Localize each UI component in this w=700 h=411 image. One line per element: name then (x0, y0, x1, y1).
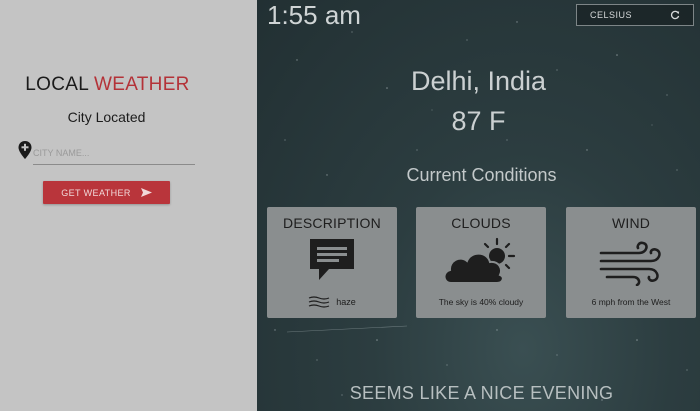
weather-panel: 1:55 am CELSIUS Delhi, India 87 F Curren… (257, 0, 700, 411)
location-pin-icon (18, 141, 32, 159)
description-card: DESCRIPTION haze (267, 207, 397, 318)
get-weather-label: GET WEATHER (61, 187, 131, 198)
get-weather-button[interactable]: GET WEATHER (43, 181, 170, 204)
brand-accent: WEATHER (94, 74, 190, 95)
unit-toggle-label: CELSIUS (589, 10, 632, 20)
unit-toggle-button[interactable]: CELSIUS (576, 4, 694, 26)
partly-cloudy-icon (443, 237, 516, 284)
brand-primary: LOCAL (25, 74, 89, 95)
city-name: Delhi, India (410, 66, 547, 96)
city-name-input[interactable] (33, 143, 195, 165)
wind-card: WIND 6 mph from the West (566, 207, 696, 318)
wind-icon (599, 241, 661, 286)
description-row: haze (267, 296, 397, 308)
send-arrow-icon (140, 188, 152, 197)
weather-tagline: SEEMS LIKE A NICE EVENING (349, 383, 614, 403)
temperature: 87 F (451, 106, 506, 136)
app-title: LOCAL WEATHER (0, 74, 215, 96)
conditions-heading: Current Conditions (406, 165, 557, 185)
clouds-card: CLOUDS The sky is 40% cloudy (416, 207, 546, 318)
location-status: City Located (67, 109, 146, 125)
haze-icon (309, 296, 330, 308)
refresh-icon (670, 10, 680, 20)
card-title: WIND (611, 215, 651, 231)
card-title: DESCRIPTION (283, 215, 381, 231)
clouds-text: The sky is 40% cloudy (438, 297, 524, 307)
sidebar: LOCAL WEATHER City Located GET WEATHER (0, 0, 257, 411)
starfield-background (274, 21, 688, 401)
chat-icon (310, 239, 354, 280)
card-title: CLOUDS (451, 215, 511, 231)
description-text: haze (336, 297, 356, 307)
wind-text: 6 mph from the West (591, 297, 671, 307)
current-time: 1:55 am (267, 0, 361, 30)
